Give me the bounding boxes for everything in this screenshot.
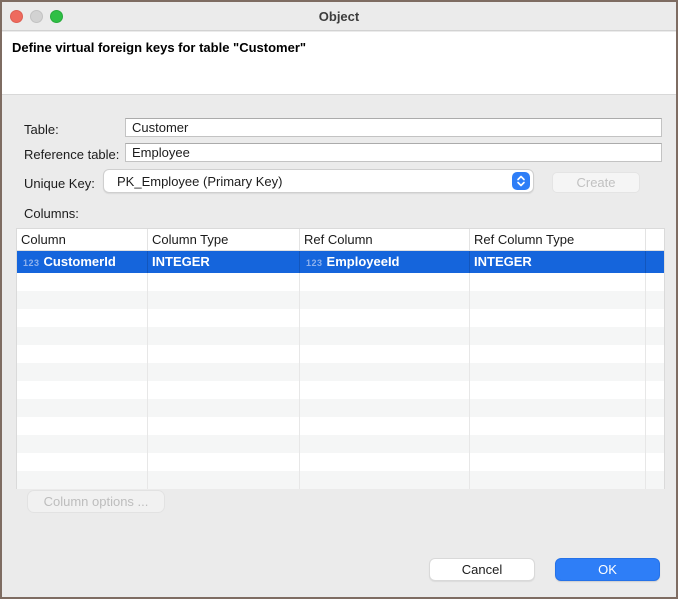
- table-header-row: Column Column Type Ref Column Ref Column…: [17, 229, 664, 251]
- table-empty-row: [17, 399, 664, 417]
- column-type-cell: INTEGER: [148, 251, 300, 273]
- table-empty-row: [17, 381, 664, 399]
- numeric-type-icon: 123: [306, 258, 323, 268]
- table-row-selected[interactable]: 123 CustomerId INTEGER 123 EmployeeId INTE…: [17, 251, 664, 273]
- table-empty-row: [17, 273, 664, 291]
- table-label: Table:: [24, 122, 59, 137]
- titlebar: Object: [2, 2, 676, 31]
- table-empty-row: [17, 327, 664, 345]
- table-empty-row: [17, 363, 664, 381]
- ref-column-type-cell: INTEGER: [470, 251, 646, 273]
- columns-table: Column Column Type Ref Column Ref Column…: [16, 228, 665, 489]
- table-empty-row: [17, 471, 664, 489]
- column-header[interactable]: Column: [17, 229, 148, 250]
- table-empty-rows: [17, 273, 664, 489]
- dialog-description: Define virtual foreign keys for table "C…: [12, 40, 306, 55]
- table-empty-row: [17, 309, 664, 327]
- ref-column-cell: EmployeeId: [327, 254, 400, 269]
- window-title: Object: [2, 2, 676, 31]
- column-type-header[interactable]: Column Type: [148, 229, 300, 250]
- chevron-up-down-icon: [512, 172, 530, 190]
- ref-column-header[interactable]: Ref Column: [300, 229, 470, 250]
- unique-key-select[interactable]: PK_Employee (Primary Key): [103, 169, 534, 193]
- ok-button[interactable]: OK: [555, 558, 660, 581]
- create-button[interactable]: Create: [552, 172, 640, 193]
- reference-table-input[interactable]: [125, 143, 662, 162]
- table-empty-row: [17, 345, 664, 363]
- unique-key-value: PK_Employee (Primary Key): [104, 174, 512, 189]
- columns-label: Columns:: [24, 206, 79, 221]
- reference-table-label: Reference table:: [24, 147, 119, 162]
- table-empty-row: [17, 291, 664, 309]
- unique-key-label: Unique Key:: [24, 176, 95, 191]
- cancel-button[interactable]: Cancel: [429, 558, 535, 581]
- column-cell: CustomerId: [44, 254, 116, 269]
- header-panel: Define virtual foreign keys for table "C…: [2, 32, 676, 95]
- table-empty-row: [17, 453, 664, 471]
- ref-column-type-header[interactable]: Ref Column Type: [470, 229, 646, 250]
- column-options-button[interactable]: Column options ...: [27, 490, 165, 513]
- table-empty-row: [17, 435, 664, 453]
- numeric-type-icon: 123: [23, 258, 40, 268]
- object-dialog-window: Object Define virtual foreign keys for t…: [0, 0, 678, 599]
- table-input[interactable]: [125, 118, 662, 137]
- table-empty-row: [17, 417, 664, 435]
